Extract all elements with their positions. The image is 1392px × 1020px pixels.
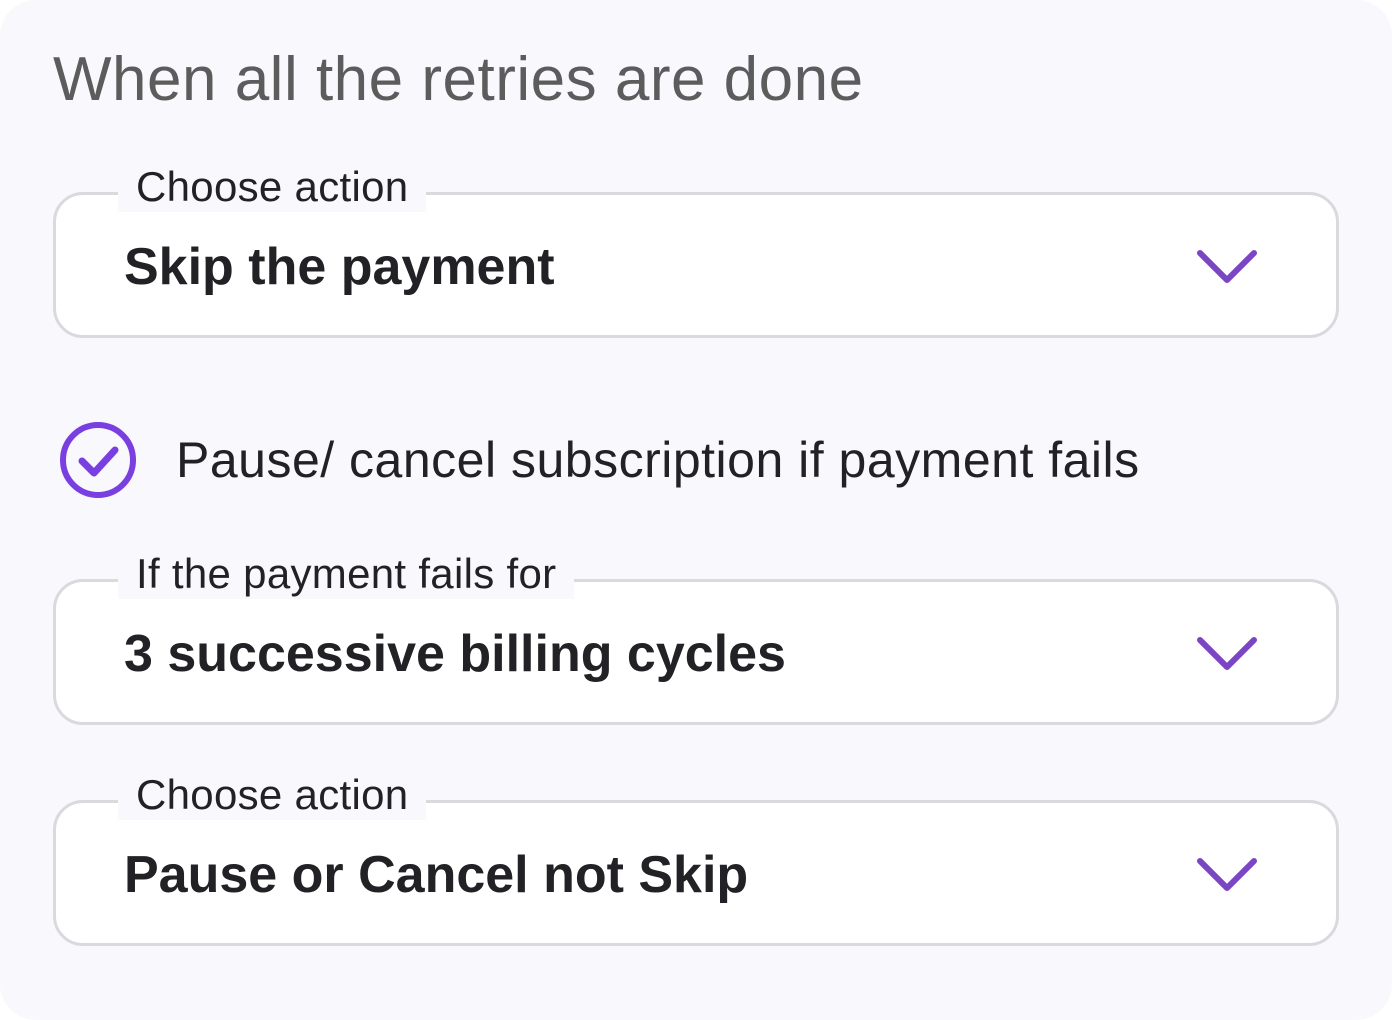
choose-action-select[interactable]: Choose action Skip the payment [53,162,1339,338]
retry-settings-card: When all the retries are done Choose act… [0,0,1392,1020]
chevron-down-icon[interactable] [1196,247,1258,287]
failure-action-select[interactable]: Choose action Pause or Cancel not Skip [53,770,1339,946]
chevron-down-icon[interactable] [1196,855,1258,895]
field-label: If the payment fails for [118,549,575,599]
chevron-down-icon[interactable] [1196,634,1258,674]
field-label: Choose action [118,162,427,212]
pause-cancel-checkbox-row[interactable]: Pause/ cancel subscription if payment fa… [58,420,1308,500]
field-label: Choose action [118,770,427,820]
selected-value: Skip the payment [124,238,555,296]
selected-value: Pause or Cancel not Skip [124,846,749,904]
check-circle-icon[interactable] [58,420,138,500]
selected-value: 3 successive billing cycles [124,625,786,683]
checkbox-label: Pause/ cancel subscription if payment fa… [176,432,1140,488]
section-title: When all the retries are done [53,45,864,114]
failure-cycles-select[interactable]: If the payment fails for 3 successive bi… [53,549,1339,725]
